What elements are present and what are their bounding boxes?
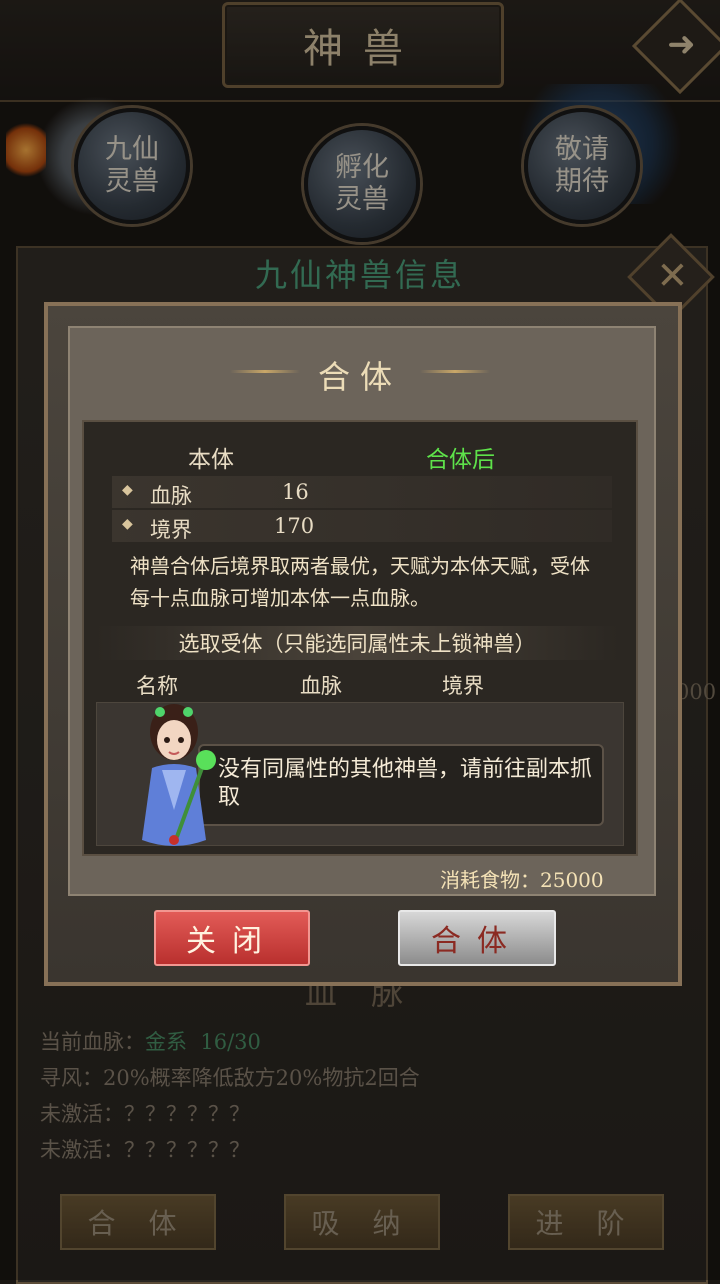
stat-value: 170 [274, 514, 315, 538]
merge-button[interactable]: 合体 [398, 910, 556, 966]
stat-label: 境界 [150, 518, 192, 542]
col-after-label: 合体后 [426, 447, 495, 473]
dialog-title: 合体 [317, 358, 402, 396]
list-header-realm: 境界 [442, 674, 484, 698]
list-header-bloodline: 血脉 [300, 674, 342, 698]
merge-description: 神兽合体后境界取两者最优，天赋为本体天赋，受体每十点血脉可增加本体一点血脉。 [130, 554, 590, 610]
empty-message: 没有同属性的其他神兽，请前往副本抓取 [218, 757, 593, 810]
close-button[interactable]: 关闭 [154, 910, 310, 966]
stat-label: 血脉 [150, 484, 192, 508]
food-cost: 消耗食物：25000 [440, 868, 604, 892]
diamond-icon: ◆ [122, 482, 133, 498]
stat-value: 16 [282, 480, 309, 504]
col-self-label: 本体 [188, 447, 234, 473]
select-title: 选取受体（只能选同属性未上锁神兽） [178, 632, 536, 656]
diamond-icon: ◆ [122, 516, 133, 532]
fairy-avatar-icon [142, 704, 216, 846]
